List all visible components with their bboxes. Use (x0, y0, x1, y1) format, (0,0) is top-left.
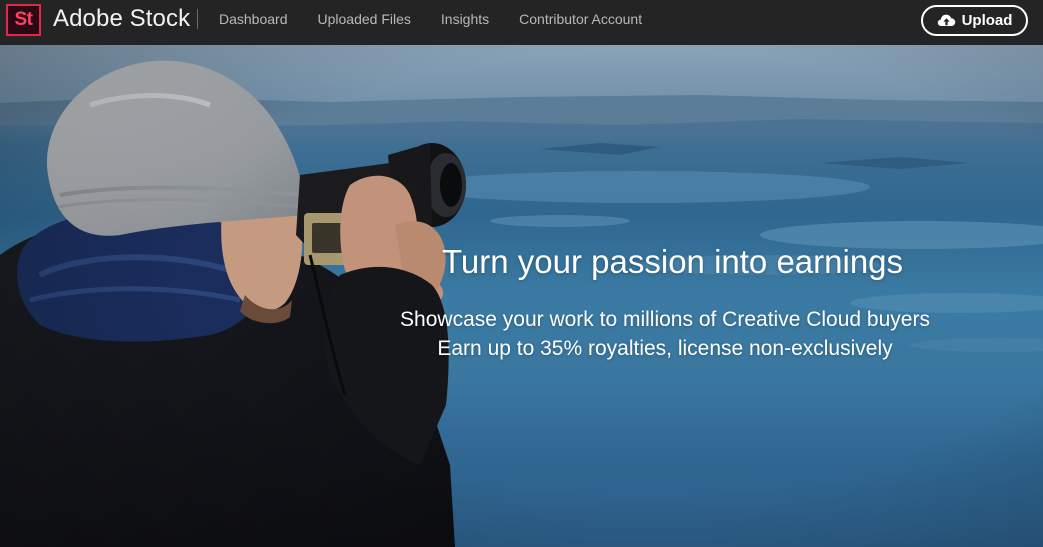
top-navbar: St Adobe Stock Dashboard Uploaded Files … (0, 0, 1043, 45)
hero-subline-1: Showcase your work to millions of Creati… (400, 308, 930, 331)
adobe-stock-logo-icon[interactable]: St (6, 4, 41, 36)
brand-title[interactable]: Adobe Stock (53, 5, 190, 33)
hero-subline-2: Earn up to 35% royalties, license non-ex… (437, 337, 893, 360)
upload-button[interactable]: Upload (921, 5, 1028, 36)
nav-link-uploaded-files[interactable]: Uploaded Files (318, 11, 411, 27)
nav-links: Dashboard Uploaded Files Insights Contri… (219, 11, 672, 27)
upload-button-label: Upload (961, 12, 1013, 29)
hero-headline: Turn your passion into earnings (442, 243, 904, 280)
hero-banner: Turn your passion into earnings Showcase… (0, 45, 1043, 547)
nav-link-dashboard[interactable]: Dashboard (219, 11, 288, 27)
hero-photo-photographer (0, 45, 1043, 547)
logo-text: St (14, 9, 34, 30)
nav-link-insights[interactable]: Insights (441, 11, 489, 27)
nav-link-contributor-account[interactable]: Contributor Account (519, 11, 642, 27)
hero-subheadline: Showcase your work to millions of Creati… (395, 305, 935, 363)
nav-divider (197, 9, 198, 29)
cloud-upload-icon (937, 14, 955, 26)
